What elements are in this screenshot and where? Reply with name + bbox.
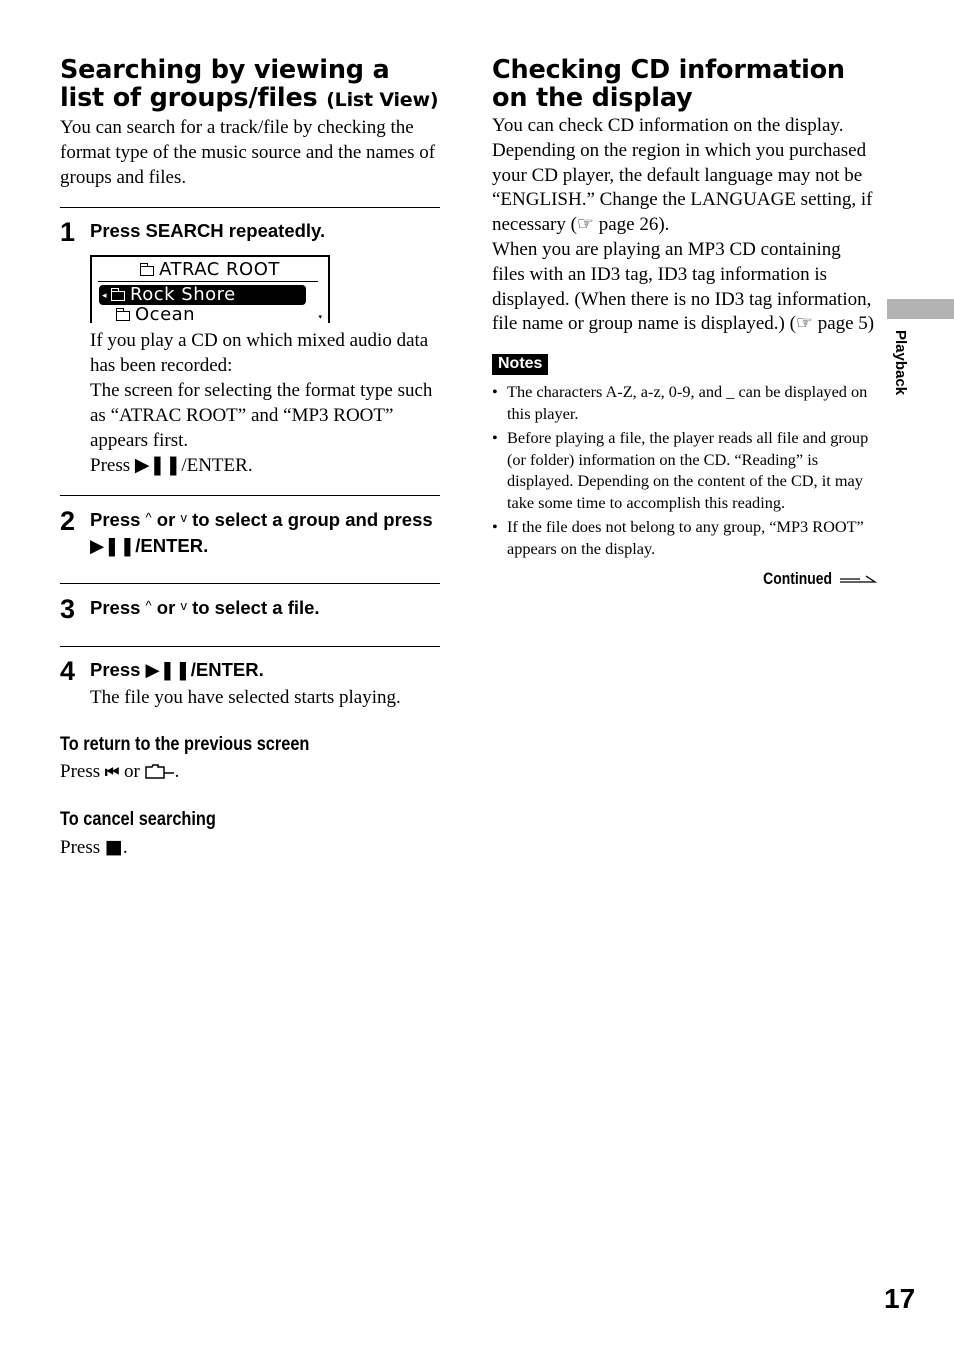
press-text: Press: [60, 760, 105, 782]
step-title: Press ^ or v to select a group and press…: [90, 506, 440, 559]
note-item: Before playing a file, the player reads …: [492, 427, 877, 513]
step-number: 2: [60, 506, 76, 537]
step-title: Press ^ or v to select a file.: [90, 594, 440, 622]
step-1-body-line-1: If you play a CD on which mixed audio da…: [90, 330, 429, 377]
cancel-text: Press ■.: [60, 835, 440, 861]
press-text: Press: [60, 836, 105, 858]
period-text: .: [122, 836, 128, 858]
cancel-heading: To cancel searching: [60, 808, 216, 830]
divider: [60, 646, 440, 648]
step-text: /ENTER.: [135, 535, 209, 557]
play-pause-icon: ▶❚❚: [90, 536, 136, 558]
title-sub: (List View): [326, 89, 439, 111]
notes-list: The characters A-Z, a-z, 0-9, and _ can …: [492, 381, 877, 559]
folder-back-icon: [144, 762, 175, 787]
note-item: The characters A-Z, a-z, 0-9, and _ can …: [492, 381, 877, 424]
step-number: 4: [60, 656, 76, 687]
lcd-selected-text: Rock Shore: [130, 284, 236, 306]
divider: [60, 583, 440, 585]
step-text: Press: [90, 509, 146, 531]
step-text: to select a file.: [186, 597, 320, 619]
side-tab-label: Playback: [892, 330, 909, 396]
step-4-body: The file you have selected starts playin…: [90, 687, 401, 709]
step-title: Press ▶❚❚/ENTER.: [90, 656, 440, 683]
section-title-list-view: Searching by viewing a list of groups/fi…: [60, 56, 440, 114]
step-1-body-line-2: The screen for selecting the format type…: [90, 379, 433, 451]
lcd-header-row: ATRAC ROOT: [92, 260, 328, 280]
side-tab-marker: [887, 299, 954, 319]
step-1-press: Press ▶❚❚/ENTER.: [90, 453, 440, 479]
continued-label: Continued: [763, 569, 833, 589]
return-text: Press ⏮ or .: [60, 760, 440, 787]
continued-arrow-icon: [839, 570, 878, 590]
lcd-divider: [98, 281, 318, 283]
period-text: .: [174, 760, 180, 782]
previous-track-icon: ⏮: [104, 761, 120, 781]
intro-text: You can search for a track/file by check…: [60, 117, 436, 188]
lcd-next-text: Ocean: [135, 304, 196, 326]
lcd-next-row: Ocean: [115, 304, 328, 326]
lcd-header-text: ATRAC ROOT: [159, 259, 280, 281]
down-arrow-icon: v: [180, 598, 187, 614]
step-1: 1 Press SEARCH repeatedly. ATRAC ROOT ◂ R…: [60, 217, 440, 479]
up-arrow-icon: ^: [145, 510, 152, 526]
left-column: Searching by viewing a list of groups/fi…: [60, 56, 440, 861]
page-number: 17: [884, 1283, 916, 1314]
return-heading: To return to the previous screen: [60, 733, 310, 755]
step-3: 3 Press ^ or v to select a file.: [60, 594, 440, 625]
or-text: or: [119, 760, 145, 782]
speaker-icon: ◂: [102, 291, 108, 302]
cd-info-paragraph-2: When you are playing an MP3 CD containin…: [492, 238, 875, 335]
step-2: 2 Press ^ or v to select a group and pre…: [60, 506, 440, 559]
notes-section: Notes The characters A-Z, a-z, 0-9, and …: [492, 354, 877, 559]
step-text: Press: [90, 597, 146, 619]
step-text: Press: [90, 659, 146, 681]
folder-icon: [139, 263, 155, 277]
section-title-cd-info: Checking CD information on the display: [492, 55, 845, 113]
up-arrow-icon: ^: [145, 598, 152, 614]
down-arrow-icon: v: [180, 510, 187, 526]
folder-icon: [110, 288, 126, 302]
folder-icon: [115, 308, 130, 322]
step-number: 3: [60, 594, 76, 625]
cancel-section: To cancel searching Press ■.: [60, 808, 440, 861]
step-title: Press SEARCH repeatedly.: [90, 220, 326, 242]
scroll-indicator-icon: ▾: [318, 313, 322, 322]
divider: [60, 495, 440, 497]
note-item: If the file does not belong to any group…: [492, 516, 877, 559]
lcd-selected-row: ◂ Rock Shore: [99, 284, 306, 306]
return-section: To return to the previous screen Press ⏮…: [60, 733, 440, 787]
stop-icon: ■: [104, 835, 123, 858]
step-text: or: [151, 509, 181, 531]
step-text: or: [151, 597, 181, 619]
cd-info-paragraph-1: You can check CD information on the disp…: [492, 115, 873, 236]
notes-badge: Notes: [492, 354, 549, 376]
enter-text: /ENTER.: [181, 455, 253, 477]
play-pause-icon: ▶❚❚: [134, 454, 182, 477]
step-4: 4 Press ▶❚❚/ENTER. The file you have sel…: [60, 656, 440, 711]
play-pause-icon: ▶❚❚: [145, 660, 191, 682]
continued-indicator: Continued: [492, 569, 878, 590]
lcd-display: ATRAC ROOT ◂ Rock Shore Ocean ▾: [90, 255, 330, 326]
press-text: Press: [90, 455, 135, 477]
right-column: Checking CD information on the display Y…: [492, 55, 878, 590]
step-text: /ENTER.: [190, 659, 264, 681]
divider: [60, 207, 440, 209]
step-number: 1: [60, 217, 76, 248]
step-text: to select a group and press: [186, 509, 433, 531]
